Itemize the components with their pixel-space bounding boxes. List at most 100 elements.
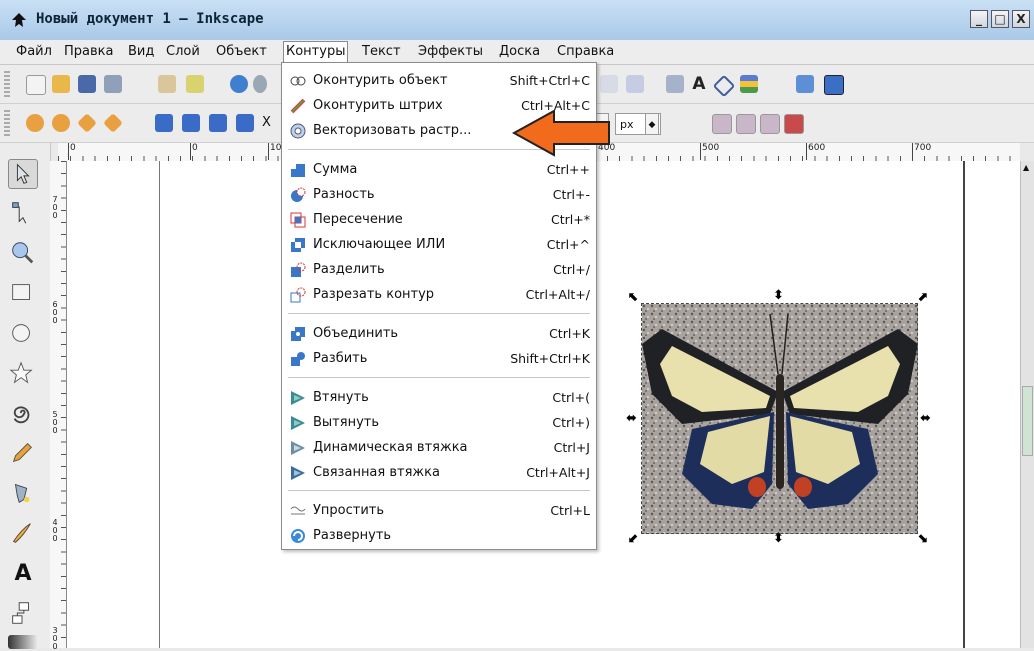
pen-tool-icon[interactable] [8,479,38,509]
import-icon[interactable] [158,75,176,93]
preferences-icon[interactable] [796,75,814,93]
menu-item-shortcut: Ctrl+Alt+/ [525,287,590,302]
export-icon[interactable] [186,75,204,93]
toolbar-grip[interactable] [4,71,10,97]
scrollbar-thumb[interactable] [1022,386,1033,456]
reverse-icon [291,529,305,543]
resize-handle-nw-icon[interactable]: ⬉ [628,291,639,304]
group-icon[interactable] [600,75,618,93]
lower-icon[interactable] [182,114,200,132]
xml-editor-icon[interactable] [712,74,736,98]
division-icon [291,262,306,277]
menu-item-label: Разделить [313,262,385,277]
menu-dynamic-offset[interactable]: Динамическая втяжка Ctrl+J [282,435,596,460]
menu-layer[interactable]: Слой [164,43,202,61]
resize-handle-n-icon[interactable]: ⬍ [773,289,784,302]
scale-corners-icon[interactable] [736,114,756,134]
menu-whiteboard[interactable]: Доска [497,43,542,61]
resize-handle-s-icon[interactable]: ⬍ [773,532,784,545]
menu-path[interactable]: Контуры [283,41,349,63]
menu-effects[interactable]: Эффекты [416,43,485,61]
intersection-icon [290,212,306,228]
ungroup-icon[interactable] [626,75,644,93]
vertical-scrollbar[interactable]: ▲ [1020,161,1034,648]
dynamic-offset-icon [291,441,305,455]
gradient-tool-icon[interactable] [8,635,38,649]
text-tool-icon[interactable]: A [8,559,38,589]
menu-simplify[interactable]: Упростить Ctrl+L [282,498,596,523]
transform-gradients-icon[interactable] [760,114,780,134]
menu-intersection[interactable]: Пересечение Ctrl+* [282,207,596,232]
undo-icon[interactable] [230,75,248,93]
align-distribute-icon[interactable] [740,75,758,93]
ruler-label: 10 [268,143,281,160]
menu-union[interactable]: Сумма Ctrl++ [282,157,596,182]
close-button[interactable]: X [1012,10,1030,28]
connector-tool-icon[interactable] [8,599,38,629]
ruler-label: 6 0 0 [52,300,58,325]
linked-offset-icon [291,466,305,480]
menu-combine[interactable]: Объединить Ctrl+K [282,321,596,346]
window-title: Новый документ 1 — Inkscape [36,11,264,27]
menu-file[interactable]: Файл [14,43,54,61]
redo-icon[interactable] [253,75,267,93]
menu-outset[interactable]: Вытянуть Ctrl+) [282,410,596,435]
print-icon[interactable] [104,75,122,93]
menu-text[interactable]: Текст [360,43,403,61]
zoom-tool-icon[interactable] [8,239,38,269]
menu-object[interactable]: Объект [214,43,269,61]
inkscape-logo-icon [12,13,26,27]
ruler-label: 600 [806,143,825,160]
open-folder-icon[interactable] [52,75,70,93]
document-properties-icon[interactable] [824,75,844,95]
menu-cut-path[interactable]: Разрезать контур Ctrl+Alt+/ [282,282,596,307]
resize-handle-w-icon[interactable]: ⬌ [626,412,637,425]
transform-patterns-icon[interactable] [784,114,804,134]
minimize-button[interactable]: _ [970,10,988,28]
ellipse-tool-icon[interactable] [8,319,38,349]
resize-handle-sw-icon[interactable]: ⬋ [628,532,639,545]
fill-stroke-icon[interactable] [666,75,684,93]
resize-handle-e-icon[interactable]: ⬌ [920,412,931,425]
calligraphy-tool-icon[interactable] [8,519,38,549]
toolbar-grip[interactable] [4,110,10,136]
menu-item-shortcut: Ctrl+J [553,440,590,455]
rotate-cw-icon[interactable] [52,114,70,132]
menu-edit[interactable]: Правка [62,43,115,61]
menu-view[interactable]: Вид [126,43,156,61]
new-document-icon[interactable] [26,75,46,95]
menu-item-shortcut: Ctrl+* [551,212,590,227]
menu-inset[interactable]: Втянуть Ctrl+( [282,385,596,410]
star-tool-icon[interactable] [8,359,38,389]
menu-break-apart[interactable]: Разбить Shift+Ctrl+K [282,346,596,371]
spiral-tool-icon[interactable] [8,399,38,429]
selector-tool-icon[interactable] [8,159,38,189]
lower-to-bottom-icon[interactable] [155,114,173,132]
raise-to-top-icon[interactable] [236,114,254,132]
menu-help[interactable]: Справка [555,43,616,61]
flip-vertical-icon[interactable] [103,113,123,133]
cut-path-icon [290,287,306,303]
unit-dropdown-arrow[interactable]: ◆ [645,113,659,135]
rectangle-tool-icon[interactable] [8,279,38,309]
save-icon[interactable] [78,75,96,93]
menu-division[interactable]: Разделить Ctrl+/ [282,257,596,282]
resize-handle-se-icon[interactable]: ⬊ [917,532,928,545]
node-tool-icon[interactable] [8,199,38,229]
menu-difference[interactable]: Разность Ctrl+- [282,182,596,207]
resize-handle-ne-icon[interactable]: ⬈ [917,291,928,304]
scroll-up-icon[interactable]: ▲ [1023,163,1029,172]
scale-stroke-icon[interactable] [712,114,732,134]
rotate-ccw-icon[interactable] [26,114,44,132]
text-font-icon[interactable]: A [690,75,708,93]
pencil-tool-icon[interactable] [8,439,38,469]
maximize-button[interactable]: □ [991,10,1009,28]
menu-separator [288,313,590,314]
menu-object-to-path[interactable]: Оконтурить объект Shift+Ctrl+C [282,68,596,93]
raise-icon[interactable] [209,114,227,132]
menu-reverse[interactable]: Развернуть [282,523,596,548]
menu-linked-offset[interactable]: Связанная втяжка Ctrl+Alt+J [282,460,596,485]
ruler-label: 3 0 0 [52,626,58,651]
flip-horizontal-icon[interactable] [77,113,97,133]
menu-exclusion[interactable]: Исключающее ИЛИ Ctrl+^ [282,232,596,257]
